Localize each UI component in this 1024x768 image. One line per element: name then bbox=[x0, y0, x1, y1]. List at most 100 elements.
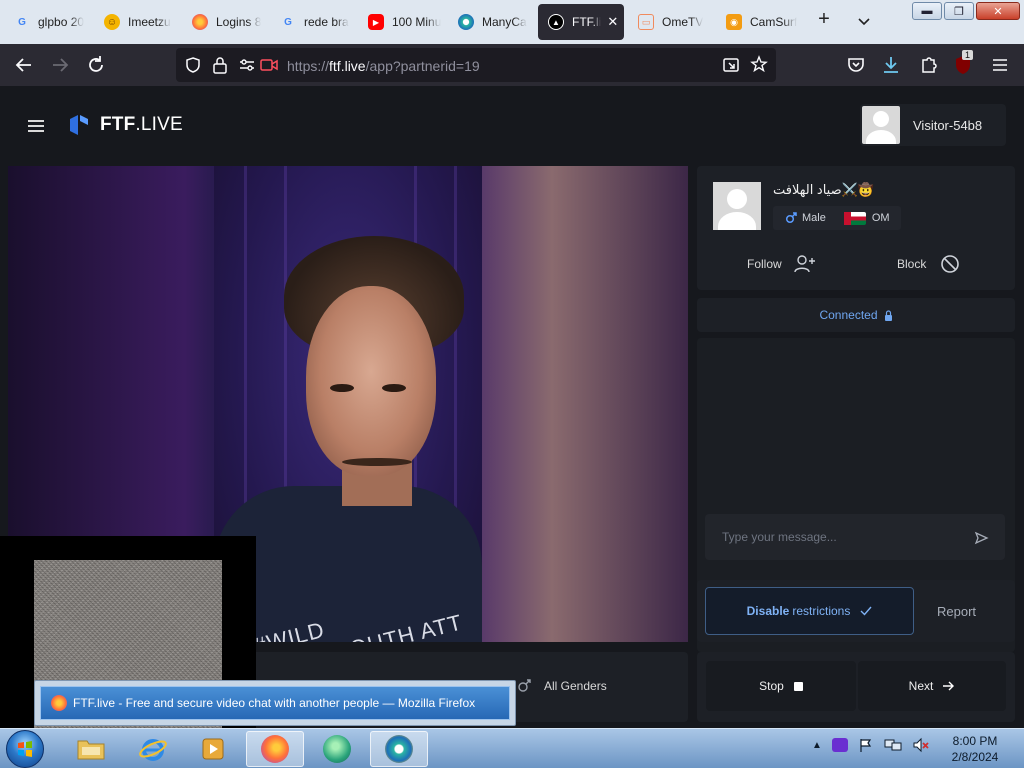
internet-explorer-icon bbox=[139, 739, 167, 761]
action-bar: Stop Next bbox=[697, 652, 1015, 722]
start-button[interactable] bbox=[6, 730, 44, 768]
system-clock[interactable]: 8:00 PM 2/8/2024 bbox=[940, 733, 1010, 765]
tab-title: 100 Minu bbox=[392, 15, 442, 29]
url-bar[interactable]: https://ftf.live/app?partnerid=19 bbox=[176, 48, 776, 82]
browser-tab[interactable]: ◉ CamSurf bbox=[716, 4, 802, 40]
url-scheme: https:// bbox=[287, 58, 330, 74]
picture-in-picture-icon[interactable] bbox=[722, 56, 740, 74]
url-path: /app?partnerid=19 bbox=[365, 58, 480, 74]
taskbar-firefox[interactable] bbox=[246, 731, 304, 767]
tab-title: ManyCa bbox=[482, 15, 527, 29]
restore-window-button[interactable]: ❐ bbox=[944, 2, 974, 20]
stop-button[interactable]: Stop bbox=[706, 661, 856, 711]
forward-arrow-icon[interactable] bbox=[49, 54, 71, 76]
reload-icon[interactable] bbox=[85, 54, 107, 76]
network-icon[interactable] bbox=[884, 737, 902, 753]
visitor-name: Visitor-54b8 bbox=[913, 117, 983, 133]
manycam-icon bbox=[458, 14, 474, 30]
disable-restrictions-button[interactable]: Disable restrictions bbox=[705, 587, 914, 635]
taskbar-manycam[interactable] bbox=[370, 731, 428, 767]
chat-app-icon bbox=[323, 735, 351, 763]
taskbar-app-chat[interactable] bbox=[308, 731, 366, 767]
shield-icon[interactable] bbox=[184, 56, 202, 74]
person-eye bbox=[330, 384, 354, 392]
browser-tab[interactable]: ▶ 100 Minu bbox=[358, 4, 444, 40]
browser-toolbar: https://ftf.live/app?partnerid=19 1 bbox=[0, 44, 1024, 86]
show-hidden-icons-icon[interactable]: ▲ bbox=[812, 740, 822, 751]
new-tab-button[interactable]: + bbox=[814, 9, 834, 30]
permissions-icon[interactable] bbox=[238, 57, 256, 73]
media-player-icon bbox=[202, 738, 224, 760]
country-chip: OM bbox=[843, 211, 890, 225]
close-tab-icon[interactable]: ✕ bbox=[607, 14, 618, 30]
stranger-info-chips: Male OM bbox=[773, 206, 901, 230]
block-icon bbox=[941, 255, 960, 273]
report-button[interactable]: Report bbox=[937, 604, 976, 619]
back-arrow-icon[interactable] bbox=[13, 54, 35, 76]
taskbar-internet-explorer[interactable] bbox=[124, 731, 182, 767]
camera-active-icon[interactable] bbox=[260, 57, 278, 73]
taskbar-media-player[interactable] bbox=[184, 731, 242, 767]
extensions-icon[interactable] bbox=[917, 54, 939, 76]
next-button[interactable]: Next bbox=[858, 661, 1006, 711]
stop-label: Stop bbox=[759, 679, 784, 693]
lock-icon bbox=[884, 309, 892, 321]
restrictions-bar: Disable restrictions Report bbox=[697, 580, 1015, 642]
site-header: FTF.LIVE Visitor-54b8 bbox=[0, 86, 1024, 166]
person-eye bbox=[382, 384, 406, 392]
windows-taskbar: ▲ 8:00 PM 2/8/2024 bbox=[0, 728, 1024, 768]
browser-tab[interactable]: ▭ OmeTV bbox=[628, 4, 712, 40]
disable-label-bold: Disable bbox=[746, 604, 790, 618]
add-user-icon bbox=[793, 255, 815, 273]
disable-label-rest: restrictions bbox=[792, 604, 851, 618]
taskbar-file-explorer[interactable] bbox=[62, 731, 120, 767]
gender-chip: Male bbox=[785, 212, 826, 224]
tooltip-window-entry[interactable]: FTF.live - Free and secure video chat wi… bbox=[40, 686, 510, 720]
browser-tab[interactable]: ☺ Imeetzu bbox=[94, 4, 174, 40]
bookmark-star-icon[interactable] bbox=[750, 55, 768, 73]
menu-icon[interactable] bbox=[989, 54, 1011, 76]
url-text[interactable]: https://ftf.live/app?partnerid=19 bbox=[287, 58, 480, 74]
video-tray-icon[interactable] bbox=[831, 738, 848, 752]
lock-icon[interactable] bbox=[212, 56, 228, 74]
extension-badge: 1 bbox=[962, 50, 974, 60]
oman-flag-icon bbox=[843, 211, 866, 225]
ftf-icon: ▲ bbox=[548, 14, 564, 30]
browser-tab-strip: G glpbo 20 ☺ Imeetzu Logins 8 G rede bra… bbox=[0, 0, 1024, 44]
gender-filter-button[interactable]: All Genders bbox=[516, 678, 607, 694]
gender-label: Male bbox=[802, 212, 826, 224]
ublock-extension-icon[interactable]: 1 bbox=[952, 50, 974, 76]
minimize-window-button[interactable]: ▬ bbox=[912, 2, 942, 20]
flag-icon[interactable] bbox=[858, 737, 874, 753]
send-icon[interactable] bbox=[973, 530, 989, 546]
tab-title: FTF.li bbox=[572, 15, 602, 29]
site-logo[interactable]: FTF.LIVE bbox=[68, 113, 183, 137]
pocket-icon[interactable] bbox=[845, 54, 867, 76]
volume-muted-icon[interactable] bbox=[912, 737, 930, 753]
block-button[interactable]: Block bbox=[897, 254, 960, 274]
stop-square-icon bbox=[793, 681, 803, 691]
hamburger-menu-icon[interactable] bbox=[28, 120, 44, 132]
list-all-tabs-icon[interactable] bbox=[854, 12, 874, 32]
downloads-icon[interactable] bbox=[880, 54, 902, 76]
window-controls: ▬ ❐ ✕ bbox=[912, 2, 1020, 20]
follow-button[interactable]: Follow bbox=[747, 254, 816, 274]
close-window-button[interactable]: ✕ bbox=[976, 2, 1020, 20]
browser-tab[interactable]: Logins 8 bbox=[182, 4, 262, 40]
tab-title: CamSurf bbox=[750, 15, 798, 29]
browser-tab[interactable]: G glpbo 20 bbox=[4, 4, 88, 40]
logo-text: FTF.LIVE bbox=[100, 114, 183, 135]
connection-status-label: Connected bbox=[819, 308, 878, 322]
chat-message-input[interactable] bbox=[705, 514, 1005, 560]
visitor-account[interactable]: Visitor-54b8 bbox=[860, 104, 1006, 146]
stranger-avatar bbox=[713, 182, 761, 230]
browser-tab-active[interactable]: ▲ FTF.li ✕ bbox=[538, 4, 624, 40]
firefox-icon bbox=[192, 14, 208, 30]
browser-tab[interactable]: ManyCa bbox=[448, 4, 532, 40]
male-icon bbox=[785, 212, 797, 224]
taskbar-window-tooltip[interactable]: FTF.live - Free and secure video chat wi… bbox=[34, 680, 516, 726]
arrow-right-icon bbox=[943, 681, 955, 691]
browser-tab[interactable]: G rede bra bbox=[270, 4, 350, 40]
connection-status: Connected bbox=[697, 298, 1015, 332]
stranger-name: صياد الهلافت⚔️🤠 bbox=[773, 182, 874, 197]
